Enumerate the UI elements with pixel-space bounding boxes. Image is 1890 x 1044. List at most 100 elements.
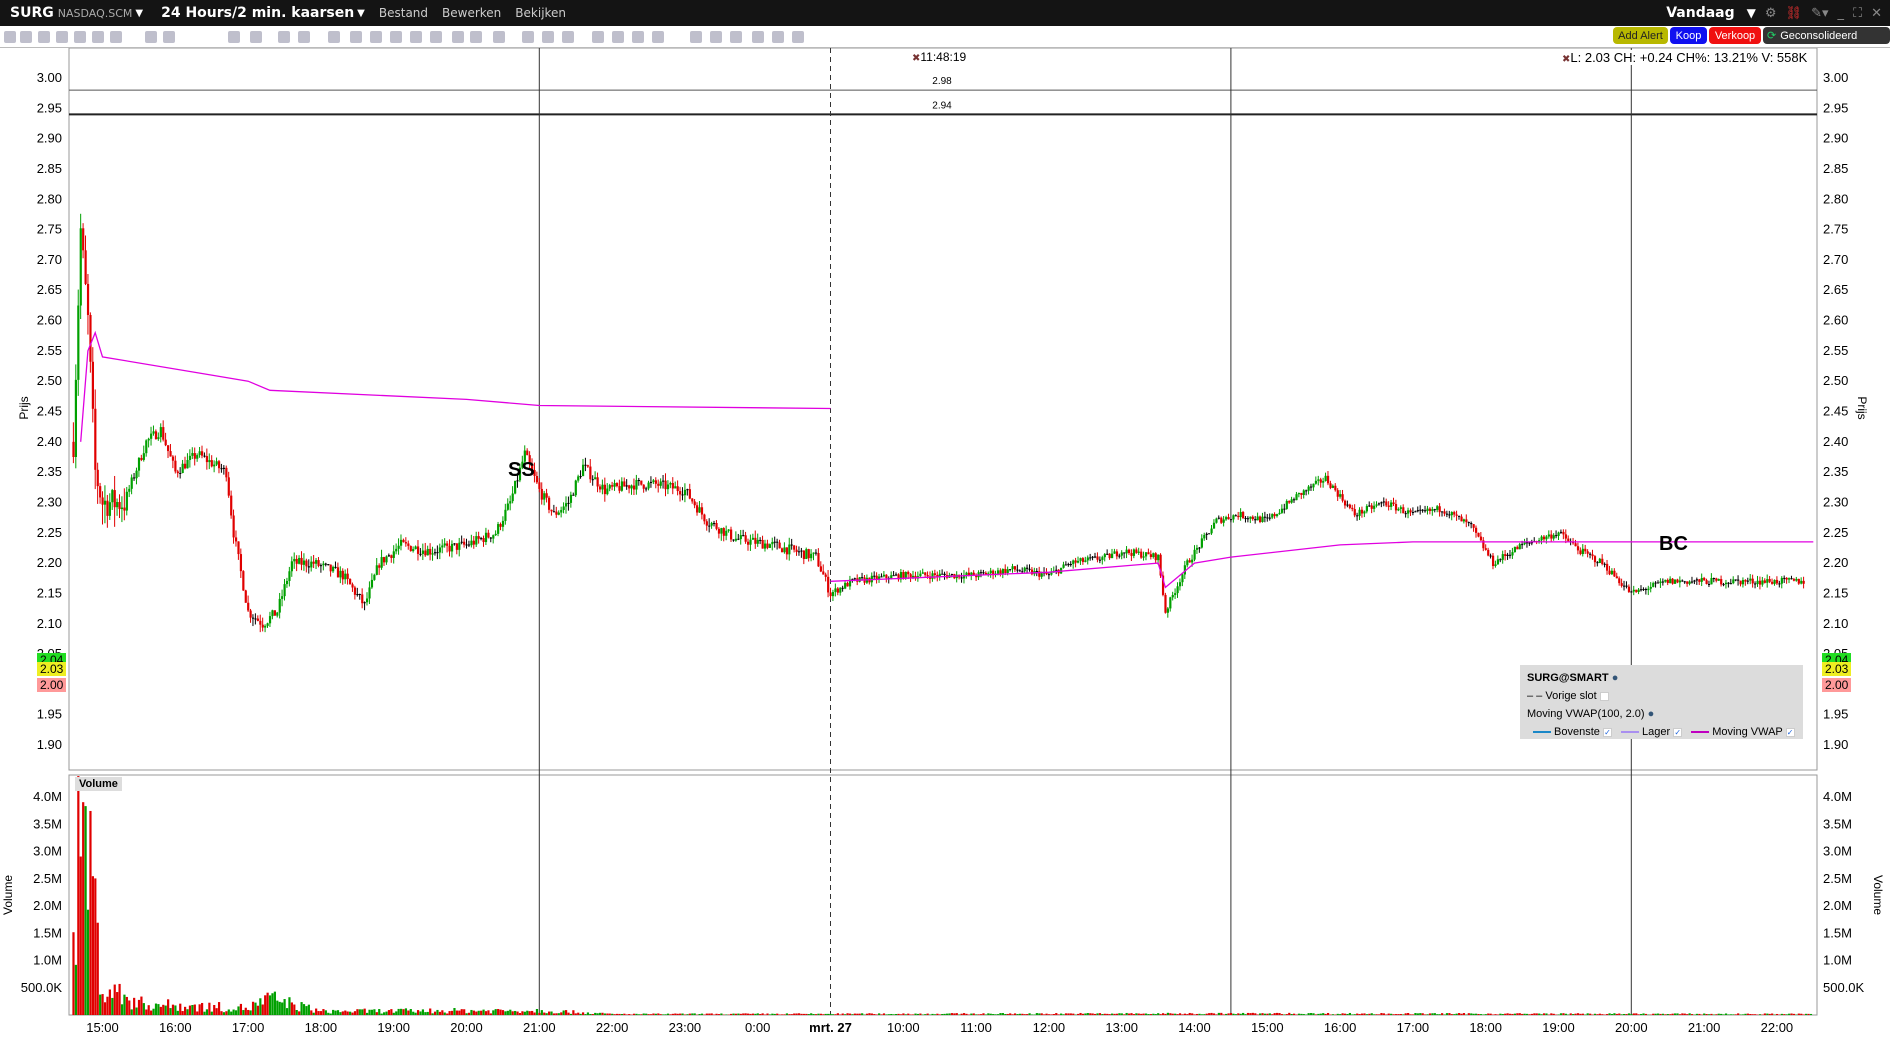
candle-body — [1411, 511, 1415, 513]
candle-body — [618, 486, 621, 491]
candle-body — [1790, 578, 1793, 580]
candle-body — [1227, 517, 1230, 520]
toolbar-tool-icon[interactable] — [110, 31, 122, 43]
toolbar-tool-icon[interactable] — [350, 31, 362, 43]
sell-button[interactable]: Verkoop — [1709, 27, 1761, 44]
toolbar-tool-icon[interactable] — [228, 31, 240, 43]
price-axis-label-right: Prijs — [1855, 396, 1869, 419]
candle-body — [164, 439, 167, 446]
volume-bar — [1115, 1013, 1119, 1015]
volume-bar — [256, 1005, 260, 1015]
toolbar-tool-icon[interactable] — [562, 31, 574, 43]
globe-icon[interactable]: ● — [1612, 672, 1619, 684]
toolbar-tool-icon[interactable] — [792, 31, 804, 43]
toolbar-tool-icon[interactable] — [410, 31, 422, 43]
menu-bewerken[interactable]: Bewerken — [442, 6, 501, 20]
volume-bar — [213, 1005, 216, 1015]
volume-bar — [776, 1013, 779, 1015]
minimize-icon[interactable]: _ — [1837, 6, 1844, 21]
candle-body — [892, 575, 895, 577]
close-icon[interactable]: ✕ — [1871, 6, 1882, 21]
candle-body — [198, 451, 201, 456]
candle-body — [552, 511, 556, 513]
toolbar-tool-icon[interactable] — [370, 31, 382, 43]
toolbar-tool-icon[interactable] — [250, 31, 262, 43]
menu-bekijken[interactable]: Bekijken — [515, 6, 566, 20]
volume-bar — [1045, 1013, 1048, 1015]
toolbar-tool-icon[interactable] — [470, 31, 482, 43]
volume-bar — [829, 1013, 832, 1015]
prev-close-checkbox[interactable] — [1599, 691, 1609, 701]
symbol-dropdown-icon[interactable]: ▼ — [135, 8, 143, 19]
period-dropdown-icon[interactable]: ▼ — [1747, 6, 1756, 20]
volume-bar — [543, 1012, 546, 1015]
menu-bestand[interactable]: Bestand — [379, 6, 428, 20]
legend-vwap: Moving VWAP — [1712, 726, 1783, 738]
period-select[interactable]: Vandaag — [1666, 5, 1734, 21]
toolbar-tool-icon[interactable] — [4, 31, 16, 43]
toolbar-tool-icon[interactable] — [652, 31, 664, 43]
volume-bar — [1210, 1012, 1213, 1015]
toolbar-tool-icon[interactable] — [542, 31, 554, 43]
add-alert-button[interactable]: Add Alert — [1613, 27, 1668, 44]
consolidated-button[interactable]: ⟳ Geconsolideerd — [1763, 27, 1890, 44]
toolbar-tool-icon[interactable] — [632, 31, 644, 43]
toolbar-tool-icon[interactable] — [612, 31, 624, 43]
time-tick: 11:00 — [960, 1020, 992, 1035]
volume-bar — [608, 1013, 611, 1015]
link-icon[interactable]: ⛓ — [1786, 6, 1803, 21]
globe-icon[interactable]: ● — [1648, 708, 1655, 720]
buy-button[interactable]: Koop — [1670, 27, 1707, 44]
toolbar-tool-icon[interactable] — [772, 31, 784, 43]
chart-area[interactable]: 3.00 3.00 2.95 2.95 2.90 2.90 2.85 2.85 2.80 2.80… — [0, 48, 1890, 1044]
candle-body — [1734, 579, 1737, 581]
toolbar-tool-icon[interactable] — [298, 31, 310, 43]
vwap-checkbox[interactable]: ✓ — [1785, 727, 1795, 737]
volume-bar — [841, 1013, 844, 1015]
candle-body — [844, 582, 847, 589]
lower-checkbox[interactable]: ✓ — [1673, 727, 1683, 737]
toolbar-tool-icon[interactable] — [522, 31, 534, 43]
volume-bar — [1642, 1013, 1645, 1015]
candle-body — [327, 564, 330, 566]
toolbar-tool-icon[interactable] — [20, 31, 32, 43]
toolbar-tool-icon[interactable] — [145, 31, 157, 43]
candle-body — [1397, 508, 1400, 511]
chart-title[interactable]: 24 Hours/2 min. kaarsen — [161, 5, 354, 21]
toolbar-tool-icon[interactable] — [92, 31, 104, 43]
volume-bar — [528, 1011, 531, 1015]
toolbar-tool-icon[interactable] — [163, 31, 175, 43]
chart-title-dropdown-icon[interactable]: ▼ — [357, 8, 365, 19]
volume-bar — [295, 1009, 298, 1015]
gear-icon[interactable]: ⚙ — [1765, 6, 1777, 21]
toolbar-tool-icon[interactable] — [730, 31, 742, 43]
toolbar-tool-icon[interactable] — [38, 31, 50, 43]
toolbar-tool-icon[interactable] — [493, 31, 505, 43]
volume-bar — [783, 1014, 786, 1015]
toolbar-tool-icon[interactable] — [452, 31, 464, 43]
symbol[interactable]: SURG — [10, 5, 54, 21]
candle-body — [1678, 580, 1682, 583]
toolbar-tool-icon[interactable] — [56, 31, 68, 43]
upper-checkbox[interactable]: ✓ — [1602, 727, 1612, 737]
toolbar-tool-icon[interactable] — [752, 31, 764, 43]
toolbar-tool-icon[interactable] — [592, 31, 604, 43]
volume-bar — [814, 1014, 818, 1015]
volume-bar — [1292, 1013, 1296, 1015]
pin-icon[interactable]: ✎▾ — [1811, 6, 1828, 21]
volume-bar — [1792, 1013, 1796, 1015]
candle-body — [1511, 552, 1514, 556]
toolbar-tool-icon[interactable] — [74, 31, 86, 43]
toolbar-tool-icon[interactable] — [278, 31, 290, 43]
maximize-icon[interactable]: ⛶ — [1853, 6, 1862, 21]
volume-bar — [744, 1013, 747, 1015]
volume-bar — [715, 1013, 718, 1015]
toolbar-tool-icon[interactable] — [690, 31, 702, 43]
legend-lower: Lager — [1642, 726, 1671, 738]
toolbar-tool-icon[interactable] — [328, 31, 340, 43]
toolbar-tool-icon[interactable] — [390, 31, 402, 43]
toolbar-tool-icon[interactable] — [710, 31, 722, 43]
toolbar-tool-icon[interactable] — [430, 31, 442, 43]
volume-bar — [979, 1014, 983, 1015]
candle-body — [1360, 509, 1364, 514]
